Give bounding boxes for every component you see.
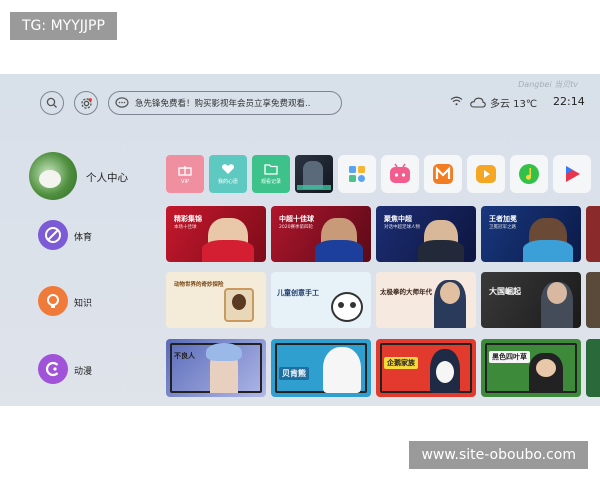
watermark-bottom: www.site-oboubo.com [409,441,588,469]
sidebar-item-knowledge[interactable]: 知识 [74,296,92,309]
tv-home-screen: 急先锋免费看！购买影视年会员立享免费观看.. Dangbei 当贝tv 多云 1… [0,74,600,406]
video-app-tile[interactable] [553,155,591,193]
knowledge-card-title: 动物世界的奇妙探险 [174,282,224,288]
sports-card-subtitle: 2020赛季第四轮 [279,225,313,230]
anime-card[interactable]: 黑色四叶草 [481,339,581,397]
sports-card[interactable]: 王者加冕 卫冕冠军之路 [481,206,581,262]
youku-app-tile[interactable] [467,155,505,193]
knowledge-category-icon[interactable] [38,286,68,316]
sports-card[interactable]: 聚焦中超 对话中超足球人物 [376,206,476,262]
sports-card-subtitle: 卫冕冠军之路 [489,225,516,230]
anime-card[interactable]: 企鹅家族 [376,339,476,397]
folder-icon [264,164,278,175]
search-button[interactable] [40,91,64,115]
play-tv-icon [476,165,496,183]
sports-category-icon[interactable] [38,220,68,250]
app-grid-icon [349,166,365,182]
anime-card-partial[interactable] [586,339,600,397]
knowledge-card-title: 太极拳的大师年代 [380,288,432,296]
weather-widget: 多云 13℃ [470,95,537,110]
settings-button[interactable] [74,91,98,115]
anime-row: 不良人 贝肯熊 企鹅家族 黑色四叶草 [166,339,600,397]
promo-search-bar[interactable]: 急先锋免费看！购买影视年会员立享免费观看.. [108,91,342,115]
vip-app-tile[interactable]: VIP [166,155,204,193]
mango-m-icon [433,164,453,184]
message-icon [115,97,129,108]
history-app-tile[interactable]: 观看记录 [252,155,290,193]
gift-icon [178,165,192,176]
sports-card-title: 王者加冕 [489,215,517,223]
knowledge-card[interactable]: 大国崛起 [481,272,581,328]
knowledge-card-title: 大国崛起 [489,287,521,296]
profile-avatar[interactable] [29,152,77,200]
anime-card-title: 贝肯熊 [279,367,309,380]
c-icon [46,361,59,377]
top-bar: 急先锋免费看！购买影视年会员立享免费观看.. Dangbei 当贝tv 多云 1… [0,74,600,128]
anime-card-title: 不良人 [174,352,195,360]
featured-movie-tile[interactable] [295,155,333,193]
bulb-icon [47,294,59,308]
anime-card-title: 黑色四叶草 [489,351,530,363]
history-app-label: 观看记录 [260,179,281,185]
play-triangle-icon [566,166,580,182]
sports-card-subtitle: 对话中超足球人物 [384,225,420,230]
promo-text: 急先锋免费看！购买影视年会员立享免费观看.. [135,99,311,109]
knowledge-card-title: 儿童创意手工 [277,289,319,297]
sports-card-title: 中超十佳球 [279,215,314,223]
sidebar-item-sports[interactable]: 体育 [74,230,92,243]
sports-card-partial[interactable] [586,206,600,262]
no-entry-icon [45,227,61,243]
wishlist-app-label: 我的心愿 [217,179,238,185]
wishlist-app-tile[interactable]: 我的心愿 [209,155,247,193]
knowledge-card[interactable]: 动物世界的奇妙探险 [166,272,266,328]
bilibili-app-tile[interactable] [381,155,419,193]
sports-card[interactable]: 中超十佳球 2020赛季第四轮 [271,206,371,262]
cloud-icon [470,97,486,108]
anime-card[interactable]: 贝肯熊 [271,339,371,397]
heart-icon [221,164,235,174]
app-row: VIP 我的心愿 观看记录 [166,155,591,193]
sports-card-title: 精彩集锦 [174,215,202,223]
knowledge-card-partial[interactable] [586,272,600,328]
sports-card-title: 聚焦中超 [384,215,412,223]
sports-card[interactable]: 精彩集锦 本场十佳球 [166,206,266,262]
wifi-icon [450,96,463,106]
mango-tv-app-tile[interactable] [424,155,462,193]
vip-app-label: VIP [181,178,189,185]
sports-card-subtitle: 本场十佳球 [174,225,197,230]
sports-row: 精彩集锦 本场十佳球 中超十佳球 2020赛季第四轮 聚焦中超 对话中超足球人物… [166,206,600,262]
music-note-icon [519,164,539,184]
profile-label[interactable]: 个人中心 [86,170,128,185]
tv-face-icon [390,163,410,183]
sidebar-item-anime[interactable]: 动漫 [74,364,92,377]
gear-icon [80,97,92,109]
watermark-top: TG: MYYJJPP [10,12,117,40]
weather-text: 多云 13℃ [490,99,538,110]
search-icon [46,97,57,108]
brand-logo: Dangbei 当贝tv [518,80,578,89]
knowledge-card[interactable]: 儿童创意手工 [271,272,371,328]
anime-card-title: 企鹅家族 [384,357,418,369]
knowledge-row: 动物世界的奇妙探险 儿童创意手工 太极拳的大师年代 大国崛起 [166,272,600,328]
anime-category-icon[interactable] [38,354,68,384]
anime-card[interactable]: 不良人 [166,339,266,397]
music-app-tile[interactable] [510,155,548,193]
clock: 22:14 [553,95,585,108]
knowledge-card[interactable]: 太极拳的大师年代 [376,272,476,328]
all-apps-tile[interactable] [338,155,376,193]
